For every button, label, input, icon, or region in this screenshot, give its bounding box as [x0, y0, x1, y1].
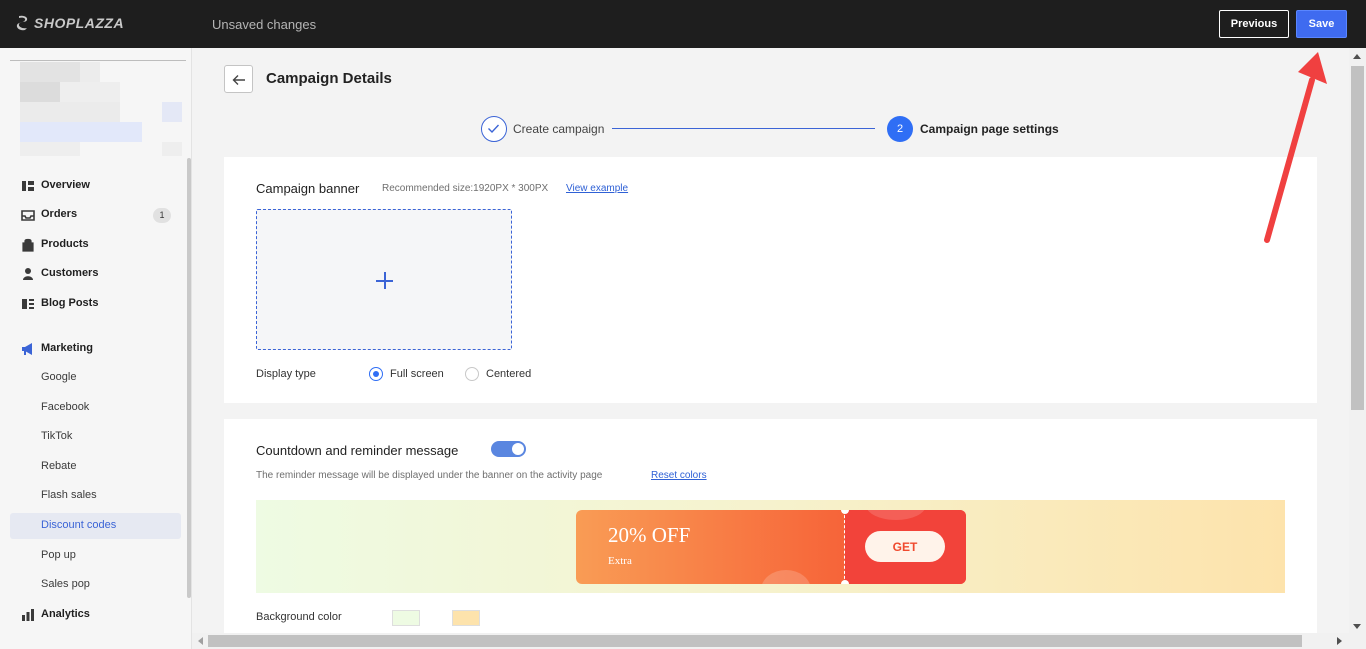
sidebar-item-label: Sales pop: [41, 578, 90, 590]
top-bar: SHOPLAZZA Unsaved changes Previous Save: [0, 0, 1366, 48]
sidebar-item-label: Pop up: [41, 549, 76, 561]
background-color-end-swatch[interactable]: [452, 610, 480, 626]
analytics-icon: [22, 609, 34, 621]
sidebar-item-label: Facebook: [41, 401, 90, 413]
sidebar-item-discount-codes[interactable]: Discount codes: [10, 513, 181, 539]
sidebar-item-tiktok[interactable]: TikTok: [10, 424, 181, 450]
logo-icon: [16, 15, 28, 31]
vertical-scroll-thumb[interactable]: [1351, 66, 1364, 410]
vertical-scrollbar[interactable]: [1349, 48, 1366, 633]
sidebar-item-label: Discount codes: [41, 519, 117, 531]
checkmark-icon: [488, 124, 500, 134]
sidebar-divider: [10, 60, 186, 61]
sidebar-item-google[interactable]: Google: [10, 365, 181, 391]
step-2-label: Campaign page settings: [920, 122, 1059, 136]
step-1-indicator[interactable]: [481, 116, 507, 142]
sidebar-item-label: Products: [41, 238, 89, 250]
horizontal-scroll-thumb[interactable]: [208, 635, 1302, 647]
sidebar-item-label: Marketing: [41, 342, 93, 354]
coupon-headline: 20% OFF: [608, 523, 691, 547]
unsaved-status: Unsaved changes: [212, 17, 317, 32]
previous-button[interactable]: Previous: [1219, 10, 1289, 38]
sidebar-item-marketing[interactable]: Marketing: [10, 336, 181, 362]
sidebar-item-rebate[interactable]: Rebate: [10, 454, 181, 480]
background-color-start-swatch[interactable]: [392, 610, 420, 626]
scroll-left-icon[interactable]: [198, 637, 203, 645]
brand-name: SHOPLAZZA: [34, 15, 125, 31]
megaphone-icon: [22, 343, 32, 355]
save-button[interactable]: Save: [1296, 10, 1347, 38]
scroll-right-icon[interactable]: [1337, 637, 1342, 645]
scroll-up-icon[interactable]: [1353, 54, 1361, 59]
orders-count-badge: 1: [153, 208, 171, 223]
full-screen-radio[interactable]: [369, 367, 383, 381]
products-icon: [22, 238, 34, 252]
countdown-toggle[interactable]: [491, 441, 526, 457]
back-button[interactable]: [224, 65, 253, 93]
sidebar-item-analytics[interactable]: Analytics: [10, 602, 181, 628]
overview-icon: [22, 181, 34, 191]
sidebar-item-label: Overview: [41, 179, 90, 191]
countdown-title: Countdown and reminder message: [256, 443, 459, 458]
sidebar-item-label: Analytics: [41, 608, 90, 620]
horizontal-scrollbar[interactable]: [192, 633, 1366, 649]
step-connector: [612, 128, 875, 129]
blog-icon: [22, 299, 34, 309]
sidebar-item-products[interactable]: Products: [10, 232, 181, 258]
sidebar-item-label: Google: [41, 371, 77, 383]
centered-label[interactable]: Centered: [486, 368, 531, 380]
sidebar-item-flash-sales[interactable]: Flash sales: [10, 483, 181, 509]
sidebar-item-pop-up[interactable]: Pop up: [10, 543, 181, 569]
orders-icon: [21, 210, 35, 221]
banner-size-hint: Recommended size:1920PX * 300PX: [382, 183, 549, 194]
step-2-indicator: 2: [887, 116, 913, 142]
coupon-get-button: GET: [865, 531, 945, 562]
reset-colors-link[interactable]: Reset colors: [651, 470, 707, 481]
annotation-arrow-icon: [1264, 52, 1327, 243]
coupon-subline: Extra: [608, 555, 632, 567]
sidebar-item-blog-posts[interactable]: Blog Posts: [10, 291, 181, 317]
sidebar-scrollbar[interactable]: [187, 158, 191, 598]
sidebar-item-orders[interactable]: Orders 1: [10, 202, 181, 228]
sidebar-item-facebook[interactable]: Facebook: [10, 395, 181, 421]
sidebar: Overview Orders 1 Products Customers Blo…: [0, 48, 192, 649]
sidebar-item-label: Customers: [41, 267, 99, 279]
background-color-label: Background color: [256, 611, 342, 623]
sidebar-item-label: Orders: [41, 208, 78, 220]
sidebar-item-overview[interactable]: Overview: [10, 173, 181, 199]
scroll-down-icon[interactable]: [1353, 624, 1361, 629]
coupon-preview: 20% OFF Extra GET: [576, 510, 966, 584]
view-example-link[interactable]: View example: [566, 183, 628, 194]
sidebar-item-label: Flash sales: [41, 489, 97, 501]
page-title: Campaign Details: [266, 70, 392, 87]
step-1-label[interactable]: Create campaign: [513, 122, 604, 136]
sidebar-item-label: Rebate: [41, 460, 77, 472]
countdown-card: Countdown and reminder message The remin…: [224, 419, 1317, 633]
display-type-label: Display type: [256, 368, 316, 380]
centered-radio[interactable]: [465, 367, 479, 381]
arrow-left-icon: [232, 75, 245, 85]
sidebar-item-label: Blog Posts: [41, 297, 99, 309]
shoplazza-logo[interactable]: SHOPLAZZA: [16, 15, 124, 31]
reminder-preview: 20% OFF Extra GET: [256, 500, 1285, 593]
countdown-description: The reminder message will be displayed u…: [256, 470, 603, 481]
full-screen-label[interactable]: Full screen: [390, 368, 444, 380]
customers-icon: [23, 268, 33, 280]
sidebar-item-sales-pop[interactable]: Sales pop: [10, 572, 181, 598]
campaign-banner-card: Campaign banner Recommended size:1920PX …: [224, 157, 1317, 403]
campaign-banner-title: Campaign banner: [256, 181, 360, 196]
sidebar-item-label: TikTok: [41, 430, 73, 442]
banner-upload-area[interactable]: [256, 209, 512, 350]
sidebar-item-customers[interactable]: Customers: [10, 261, 181, 287]
